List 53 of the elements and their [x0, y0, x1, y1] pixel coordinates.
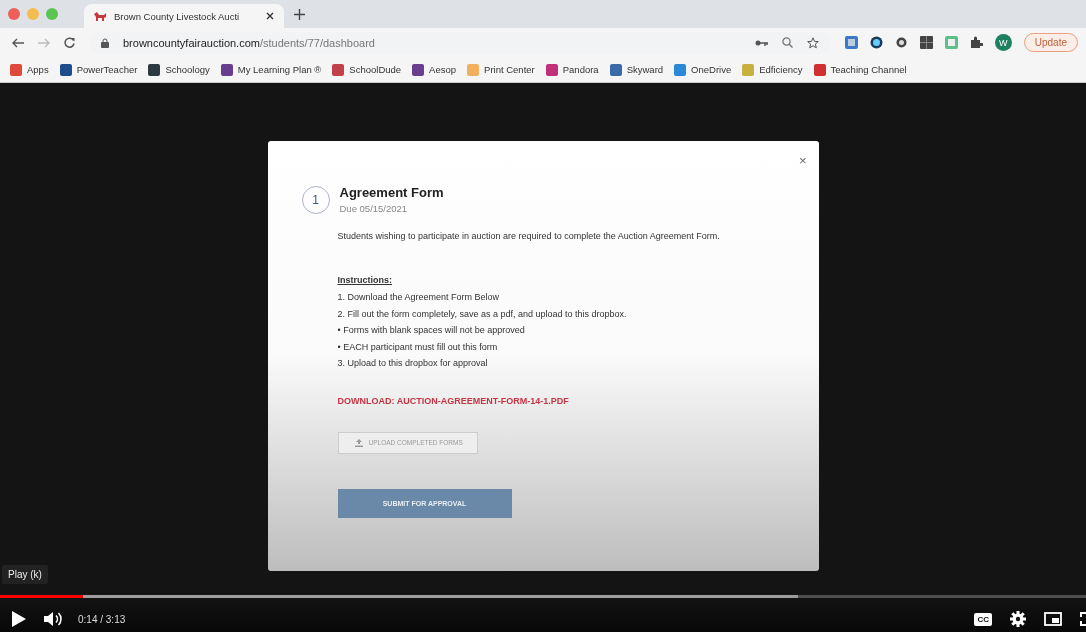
- extension-icon[interactable]: [919, 36, 933, 49]
- extension-icon[interactable]: [894, 36, 908, 49]
- bookmark[interactable]: Print Center: [467, 63, 535, 76]
- captions-button[interactable]: CC: [974, 612, 992, 626]
- reload-icon[interactable]: [64, 37, 75, 48]
- instruction-line: 2. Fill out the form completely, save as a pdf, and upload to this dropbox.: [337, 307, 627, 321]
- zoom-icon[interactable]: [781, 37, 793, 48]
- bookmark[interactable]: PowerTeacher: [59, 63, 138, 76]
- tooltip: Play (k): [2, 565, 48, 584]
- close-button[interactable]: ×: [796, 153, 809, 168]
- back-icon[interactable]: [12, 37, 24, 48]
- settings-icon[interactable]: [1010, 611, 1026, 627]
- url-text: browncountyfairauction.com/students/77/dashboard: [123, 36, 375, 49]
- tab-title: Brown County Livestock Aucti: [114, 10, 241, 22]
- instruction-line: 3. Upload to this dropbox for approval: [337, 357, 488, 370]
- lock-icon: [101, 37, 109, 48]
- instruction-line: • EACH participant must fill out this form: [337, 340, 498, 354]
- bookmark[interactable]: Teaching Channel: [813, 63, 907, 76]
- window-control-icon[interactable]: [8, 8, 20, 20]
- bookmark[interactable]: Schoology: [148, 63, 210, 76]
- upload-icon: [354, 438, 363, 447]
- progress-bar[interactable]: [0, 595, 1086, 598]
- key-icon[interactable]: [754, 38, 768, 47]
- profile-avatar[interactable]: W: [994, 34, 1012, 51]
- cow-icon: [94, 11, 106, 21]
- description-text: Students wishing to participate in auction are required to complete the Auction Agreement Form.: [337, 231, 720, 241]
- miniplayer-icon[interactable]: [1044, 612, 1062, 626]
- bookmark[interactable]: My Learning Plan ®: [220, 63, 322, 76]
- plus-icon[interactable]: [294, 8, 305, 20]
- download-link[interactable]: DOWNLOAD: AUCTION-AGREEMENT-FORM-14-1.PDF: [337, 395, 569, 406]
- bookmark[interactable]: Aesop: [412, 63, 457, 76]
- instructions-heading: Instructions:: [337, 275, 392, 285]
- update-button[interactable]: Update: [1023, 33, 1078, 52]
- extension-icon[interactable]: [869, 36, 883, 49]
- instruction-line: • Forms with blank spaces will not be approved: [337, 324, 525, 337]
- browser-tab[interactable]: Brown County Livestock Aucti: [84, 4, 284, 28]
- dialog-title: Agreement Form: [339, 185, 444, 200]
- due-date: Due 05/15/2021: [339, 203, 409, 214]
- instruction-line: 1. Download the Agreement Form Below: [337, 291, 500, 304]
- time-display: 0:14 / 3:13: [78, 613, 126, 625]
- bookmark[interactable]: Apps: [10, 63, 49, 76]
- bookmark[interactable]: Edficiency: [742, 63, 803, 76]
- play-icon[interactable]: [12, 611, 26, 627]
- close-icon[interactable]: [266, 12, 274, 20]
- bookmark[interactable]: OneDrive: [674, 63, 732, 76]
- bookmark[interactable]: Pandora: [545, 63, 599, 76]
- bookmark[interactable]: SchoolDude: [332, 63, 402, 76]
- address-field[interactable]: browncountyfairauction.com/students/77/dashboard: [89, 31, 831, 54]
- fullscreen-icon[interactable]: [1080, 612, 1086, 626]
- star-icon[interactable]: [806, 36, 819, 49]
- bookmark[interactable]: Skyward: [609, 63, 664, 76]
- volume-icon[interactable]: [44, 611, 64, 627]
- puzzle-icon[interactable]: [969, 36, 983, 49]
